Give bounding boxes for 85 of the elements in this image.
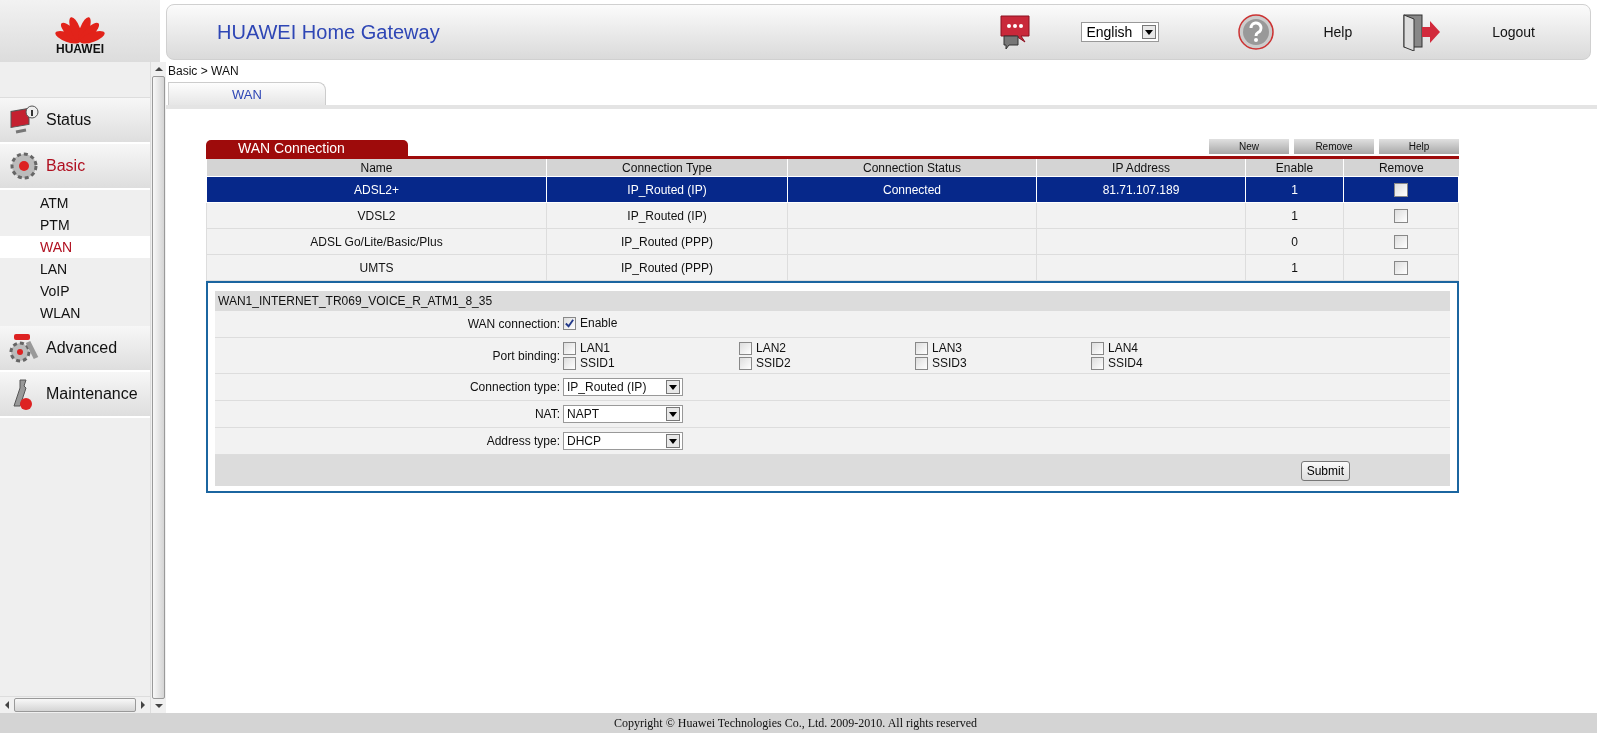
checkbox-label: LAN1 bbox=[580, 341, 611, 355]
chat-bubble-icon[interactable] bbox=[999, 14, 1032, 50]
sidebar-subitem[interactable]: PTM bbox=[0, 214, 150, 236]
column-header: Enable bbox=[1245, 159, 1344, 177]
tab[interactable]: WAN bbox=[168, 82, 326, 105]
table-cell: ADSL Go/Lite/Basic/Plus bbox=[310, 234, 443, 249]
checkbox[interactable] bbox=[563, 356, 576, 370]
field-label: NAT: bbox=[533, 407, 561, 421]
breadcrumb: Basic > WAN bbox=[167, 63, 240, 80]
table-cell: VDSL2 bbox=[357, 208, 396, 223]
sidebar-subitem[interactable]: VoIP bbox=[0, 280, 150, 302]
sidebar-item[interactable]: Maintenance bbox=[0, 372, 150, 418]
column-header: IP Address bbox=[1036, 159, 1246, 177]
table-cell: 1 bbox=[1291, 260, 1298, 275]
column-header: Remove bbox=[1343, 159, 1459, 177]
table-row[interactable]: VDSL2 IP_Routed (IP) 1 bbox=[206, 202, 1459, 229]
sidebar-subitem[interactable]: WLAN bbox=[0, 302, 150, 324]
checkbox[interactable] bbox=[915, 356, 928, 370]
table-row[interactable]: UMTS IP_Routed (PPP) 1 bbox=[206, 254, 1459, 281]
submit-button[interactable]: Submit bbox=[1300, 460, 1350, 481]
checkbox-label: SSID1 bbox=[580, 356, 615, 370]
language-select[interactable]: English bbox=[1081, 22, 1160, 42]
question-mark-icon[interactable] bbox=[1237, 13, 1276, 51]
remove-checkbox[interactable] bbox=[1394, 260, 1408, 275]
toolbar-button[interactable]: New bbox=[1209, 139, 1289, 154]
sidebar-subitem[interactable]: ATM bbox=[0, 192, 150, 214]
gear-icon bbox=[8, 150, 40, 182]
connection-name: WAN1_INTERNET_TR069_VOICE_R_ATM1_8_35 bbox=[215, 291, 1450, 311]
checkbox[interactable] bbox=[1091, 341, 1104, 355]
field-label: Port binding: bbox=[491, 348, 561, 363]
sidebar-item[interactable]: Status bbox=[0, 98, 150, 144]
field-label: Connection type: bbox=[468, 380, 561, 394]
dropdown[interactable]: DHCP bbox=[563, 432, 683, 450]
table-cell: IP_Routed (PPP) bbox=[620, 234, 713, 249]
horizontal-scrollbar[interactable] bbox=[0, 696, 150, 713]
column-header: Connection Type bbox=[546, 159, 788, 177]
table-cell: 1 bbox=[1291, 182, 1298, 197]
table-cell: Connected bbox=[882, 182, 941, 197]
exit-door-icon[interactable] bbox=[1402, 13, 1443, 51]
table-cell: ADSL2+ bbox=[354, 182, 399, 197]
app-title: HUAWEI Home Gateway bbox=[217, 20, 440, 44]
table-cell: IP_Routed (IP) bbox=[627, 208, 707, 223]
table-row[interactable]: ADSL2+ IP_Routed (IP) Connected 81.71.107.189 1 bbox=[206, 176, 1459, 203]
sidebar-item[interactable]: Advanced bbox=[0, 326, 150, 372]
sidebar-subitem[interactable]: WAN bbox=[0, 236, 150, 258]
huawei-logo: HUAWEI bbox=[0, 0, 160, 62]
table-cell: 0 bbox=[1291, 234, 1298, 249]
remove-checkbox[interactable] bbox=[1394, 208, 1408, 223]
dropdown[interactable]: NAPT bbox=[563, 405, 683, 423]
table-cell: IP_Routed (PPP) bbox=[620, 260, 713, 275]
vertical-scrollbar[interactable] bbox=[150, 62, 166, 713]
checkbox[interactable] bbox=[563, 341, 576, 355]
checkbox-label: LAN4 bbox=[1108, 341, 1139, 355]
checkbox-label: SSID3 bbox=[932, 356, 967, 370]
checkbox[interactable] bbox=[563, 316, 576, 330]
field-label: WAN connection: bbox=[466, 317, 561, 331]
logout-link[interactable]: Logout bbox=[1492, 24, 1535, 40]
checkbox-label: SSID2 bbox=[756, 356, 791, 370]
column-header: Name bbox=[206, 159, 547, 177]
field-label: Address type: bbox=[485, 434, 561, 448]
table-row[interactable]: ADSL Go/Lite/Basic/Plus IP_Routed (PPP) 0 bbox=[206, 228, 1459, 255]
checkbox-label: LAN3 bbox=[932, 341, 963, 355]
monitor-info-icon bbox=[8, 104, 40, 136]
copyright-text: Copyright © Huawei Technologies Co., Ltd. 2009-2010. All rights reserved bbox=[614, 715, 977, 731]
column-header: Connection Status bbox=[787, 159, 1037, 177]
checkbox[interactable] bbox=[915, 341, 928, 355]
sidebar-subitem[interactable]: LAN bbox=[0, 258, 150, 280]
checkbox-label: Enable bbox=[580, 316, 618, 331]
remove-checkbox[interactable] bbox=[1394, 234, 1408, 249]
sidebar-item[interactable]: Basic bbox=[0, 144, 150, 190]
table-cell: UMTS bbox=[359, 260, 394, 275]
dropdown[interactable]: IP_Routed (IP) bbox=[563, 378, 683, 396]
help-link[interactable]: Help bbox=[1323, 24, 1353, 40]
checkbox[interactable] bbox=[739, 341, 752, 355]
toolbar-button[interactable]: Remove bbox=[1294, 139, 1374, 154]
checkbox[interactable] bbox=[739, 356, 752, 370]
checkbox-label: LAN2 bbox=[756, 341, 787, 355]
remove-checkbox[interactable] bbox=[1394, 182, 1408, 197]
table-cell: 81.71.107.189 bbox=[1102, 182, 1180, 197]
gears-icon bbox=[8, 332, 40, 364]
toolbar-button[interactable]: Help bbox=[1379, 139, 1459, 154]
table-cell: 1 bbox=[1291, 208, 1298, 223]
checkbox[interactable] bbox=[1091, 356, 1104, 370]
table-cell: IP_Routed (IP) bbox=[627, 182, 707, 197]
checkbox-label: SSID4 bbox=[1108, 356, 1143, 370]
